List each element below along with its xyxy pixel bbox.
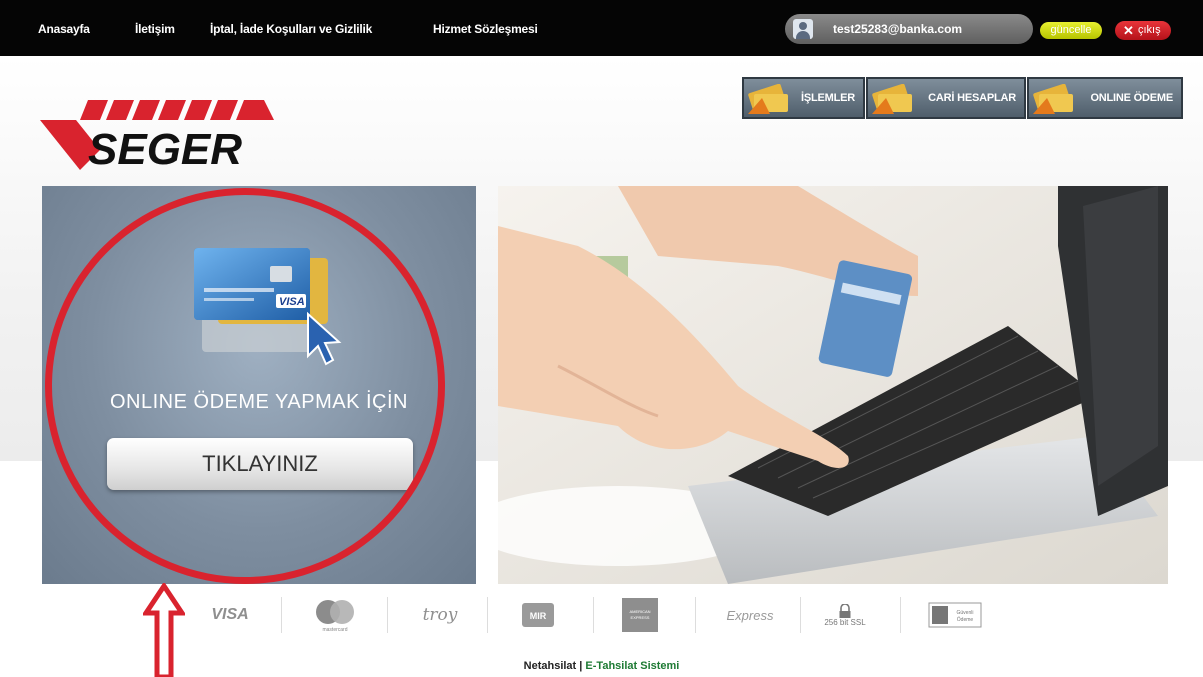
seger-logo[interactable]: SEGER <box>40 98 280 174</box>
laptop-payment-illustration <box>498 186 1168 584</box>
troy-logo: troy <box>422 605 458 625</box>
svg-text:EXPRESS: EXPRESS <box>631 615 650 620</box>
menu-tile-online-payment[interactable]: ONLINE ÖDEME <box>1027 77 1183 119</box>
menu-tile-label: İŞLEMLER <box>800 92 855 104</box>
footer-brand[interactable]: Netahsilat <box>524 660 577 672</box>
secure-payment-badge: Güvenli Ödeme <box>925 595 985 635</box>
update-button[interactable]: güncelle <box>1040 22 1102 39</box>
amex-icon: AMERICAN EXPRESS <box>622 598 658 632</box>
footer: Netahsilat | E-Tahsilat Sistemi <box>0 660 1203 672</box>
logo-wordmark: SEGER <box>88 125 242 170</box>
lock-icon <box>839 603 851 618</box>
menu-tile-label: ONLINE ÖDEME <box>1090 92 1173 104</box>
visa-logo: VISA <box>211 606 249 623</box>
divider <box>281 597 282 633</box>
user-email: test25283@banka.com <box>833 22 963 36</box>
menu-tile-label: CARİ HESAPLAR <box>928 92 1016 104</box>
menu-tile-transactions[interactable]: İŞLEMLER <box>742 77 865 119</box>
payment-logos: VISA mastercard troy MIR AMERICAN EXPRES… <box>195 593 995 637</box>
nav-link-policies[interactable]: İptal, İade Koşulları ve Gizlilik <box>210 22 372 36</box>
logout-button[interactable]: ✕ çıkış <box>1115 21 1171 40</box>
express-logo: Express <box>726 607 774 623</box>
divider <box>593 597 594 633</box>
logout-label: çıkış <box>1138 24 1161 36</box>
mastercard-logo: mastercard <box>295 595 375 635</box>
user-icon <box>793 19 813 39</box>
credit-card-icon <box>1033 84 1073 114</box>
footer-tagline[interactable]: E-Tahsilat Sistemi <box>585 660 679 672</box>
svg-text:MIR: MIR <box>530 611 547 621</box>
svg-text:AMERICAN: AMERICAN <box>629 609 650 614</box>
divider <box>695 597 696 633</box>
credit-card-icon <box>748 84 788 114</box>
mir-logo: MIR <box>513 595 563 635</box>
credit-card-icon <box>872 84 912 114</box>
amex-logo: AMERICAN EXPRESS <box>615 595 665 635</box>
divider <box>800 597 801 633</box>
close-icon: ✕ <box>1123 23 1134 38</box>
svg-text:mastercard: mastercard <box>322 627 347 633</box>
mastercard-icon: mastercard <box>316 600 354 633</box>
logo-stripes-graphic: SEGER <box>40 100 274 174</box>
ssl-badge: 256 bit SSL <box>820 595 870 635</box>
shield-icon: Güvenli Ödeme <box>928 602 982 628</box>
svg-text:Güvenli: Güvenli <box>957 610 974 616</box>
menu-tile-accounts[interactable]: CARİ HESAPLAR <box>866 77 1026 119</box>
nav-link-agreement[interactable]: Hizmet Sözleşmesi <box>433 22 538 36</box>
divider <box>900 597 901 633</box>
top-bar: Anasayfa İletişim İptal, İade Koşulları … <box>0 0 1203 56</box>
nav-link-contact[interactable]: İletişim <box>135 22 175 36</box>
svg-text:Ödeme: Ödeme <box>957 616 974 623</box>
hero-photo <box>498 186 1168 584</box>
mir-icon: MIR <box>522 603 554 627</box>
divider <box>387 597 388 633</box>
user-box: test25283@banka.com <box>785 14 1033 44</box>
nav-link-home[interactable]: Anasayfa <box>38 22 90 36</box>
divider <box>487 597 488 633</box>
highlight-circle <box>45 188 445 584</box>
